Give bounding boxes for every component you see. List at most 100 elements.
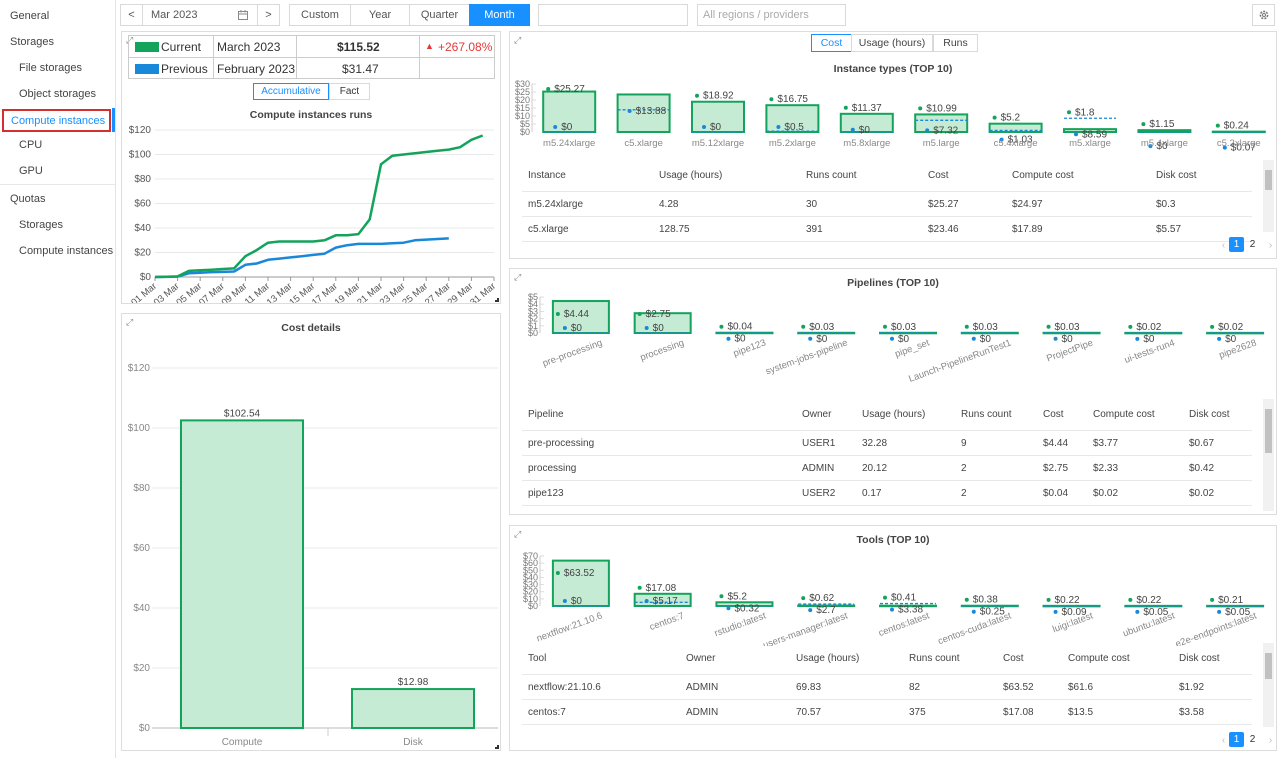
current-dot (555, 571, 560, 575)
previous-dot (808, 336, 813, 341)
column-header-usage-hours: Usage (hours) (659, 170, 723, 181)
prev-period-button[interactable]: < (120, 4, 143, 26)
pipelines-scrollbar[interactable] (1263, 399, 1274, 511)
previous-dot (644, 326, 649, 330)
tab-cost[interactable]: Cost (811, 34, 852, 52)
sidebar-item-compute-instances[interactable]: Compute instances (2, 109, 111, 132)
expand-icon[interactable]: ⤢ (514, 35, 521, 46)
instance-types-panel: ⤢ Cost Usage (hours) Runs Instance types (… (509, 31, 1277, 259)
sidebar-item-cpu[interactable]: CPU (19, 135, 42, 155)
pipelines-chart: $0$1$2$3$4$5$4.44$0pre-processing$2.75$0… (528, 292, 1265, 385)
runs-chart-title: Compute instances runs (249, 109, 373, 121)
sidebar-item-storages[interactable]: Storages (10, 32, 54, 52)
previous-value-label: $0 (1143, 334, 1155, 345)
table-row[interactable]: nextflow:21.10.6 ADMIN 69.83 82 $63.52 $61.6 $… (522, 675, 1252, 700)
table-cell: pre-processing (528, 438, 595, 449)
next-period-button[interactable]: > (257, 4, 280, 26)
period-month-button[interactable]: Month (469, 4, 530, 26)
y-tick-label: $120 (128, 363, 151, 374)
column-header-cost: Cost (1003, 653, 1024, 664)
column-header-runs-count: Runs count (961, 409, 1012, 420)
period-custom-button[interactable]: Custom (289, 4, 351, 26)
bar[interactable] (351, 688, 475, 729)
x-tick-label: system-jobs-pipeline (764, 337, 849, 377)
table-cell: $5.57 (1156, 224, 1182, 235)
page-1-button[interactable]: 1 (1229, 237, 1244, 252)
sidebar-item-object-storages[interactable]: Object storages (19, 84, 96, 104)
page-2-button[interactable]: 2 (1245, 732, 1260, 747)
x-tick-label: c5.xlarge (624, 138, 663, 149)
x-tick-label: m5.8xlarge (843, 138, 890, 149)
tab-usage-hours[interactable]: Usage (hours) (851, 34, 933, 52)
pipelines-panel: ⤢ Pipelines (TOP 10) $0 $1 $2 $3 $4 $5 $4.44 $0… (509, 268, 1277, 515)
table-cell: $0.42 (1189, 463, 1215, 474)
mode-accumulative[interactable]: Accumulative (253, 83, 329, 100)
next-page-icon[interactable]: › (1263, 733, 1278, 748)
next-page-icon[interactable]: › (1263, 238, 1278, 253)
table-cell: $63.52 (1003, 682, 1034, 693)
previous-value-label: $0 (1225, 334, 1237, 345)
settings-button[interactable] (1252, 4, 1275, 26)
period-year-button[interactable]: Year (350, 4, 410, 26)
y-tick-label: $40 (133, 603, 150, 614)
current-dot (1210, 324, 1215, 329)
tools-scrollbar[interactable] (1263, 643, 1274, 727)
current-value-label: $1.8 (1075, 107, 1095, 118)
tab-runs[interactable]: Runs (933, 34, 978, 52)
y-tick-label: $100 (129, 150, 152, 161)
previous-value-label: $0 (571, 323, 583, 334)
x-tick-label: pipe2628 (1218, 337, 1259, 361)
filter-input[interactable] (538, 4, 688, 26)
table-cell: 128.75 (659, 224, 690, 235)
x-tick-label: Disk (403, 737, 423, 748)
tools-table: Tool Owner Usage (hours) Runs count Cost Comp… (522, 645, 1252, 725)
x-tick-label: pre-processing (541, 337, 604, 369)
current-value-label: $5.2 (727, 591, 747, 602)
table-header: Tool Owner Usage (hours) Runs count Cost Comp… (522, 645, 1252, 675)
period-quarter-button[interactable]: Quarter (409, 4, 470, 26)
mode-fact[interactable]: Fact (329, 83, 370, 100)
regions-select[interactable]: All regions / providers (697, 4, 846, 26)
current-value-label: $2.75 (646, 309, 671, 320)
current-value-label: $1.15 (1149, 119, 1174, 130)
page-1-button[interactable]: 1 (1229, 732, 1244, 747)
instance-types-chart: $0$5$10$15$20$25$30 $25.27$0m5.24xlarge$1… (515, 79, 1266, 154)
previous-dot (627, 109, 632, 113)
table-row[interactable]: pipe123 USER2 0.17 2 $0.04 $0.02 $0.02 (522, 481, 1252, 506)
summary-table: Current March 2023 $115.52 ▲ +267.08% Pr… (128, 35, 495, 79)
previous-dot (553, 125, 558, 129)
scrollbar-thumb[interactable] (1265, 409, 1272, 453)
page-2-button[interactable]: 2 (1245, 237, 1260, 252)
current-value-label: $0.03 (809, 322, 834, 333)
sidebar-item-gpu[interactable]: GPU (19, 161, 43, 181)
previous-dot (644, 599, 649, 603)
table-row[interactable]: processing ADMIN 20.12 2 $2.75 $2.33 $0.42 (522, 456, 1252, 481)
current-dot (546, 87, 551, 91)
sidebar-item-compute-instances[interactable]: Compute instances (19, 241, 113, 261)
scrollbar-thumb[interactable] (1265, 170, 1272, 190)
table-row[interactable]: centos:7 ADMIN 70.57 375 $17.08 $13.5 $3.58 (522, 700, 1252, 725)
scrollbar-thumb[interactable] (1265, 653, 1272, 679)
table-cell: $25.27 (928, 199, 959, 210)
instances-scrollbar[interactable] (1263, 160, 1274, 232)
table-row[interactable]: pre-processing USER1 32.28 9 $4.44 $3.77 $0.67 (522, 431, 1252, 456)
bar[interactable] (180, 419, 304, 729)
bar-value-label: $102.54 (224, 408, 261, 419)
previous-value-label: $0 (1062, 334, 1074, 345)
previous-value-label: $0 (561, 122, 573, 133)
month-picker[interactable]: Mar 2023 (142, 4, 258, 26)
previous-dot (1074, 132, 1078, 137)
current-dot (964, 597, 969, 602)
table-row[interactable]: c5.xlarge 128.75 391 $23.46 $17.89 $5.57 (522, 217, 1252, 242)
sidebar-item-file-storages[interactable]: File storages (19, 58, 82, 78)
sidebar-item-storages[interactable]: Storages (19, 215, 63, 235)
x-tick-label: m5.large (923, 138, 960, 149)
sidebar-item-general[interactable]: General (10, 6, 49, 26)
current-value-label: $18.92 (703, 91, 734, 102)
x-tick-label: m5.2xlarge (769, 138, 816, 149)
y-tick-label: $30 (515, 79, 530, 89)
current-value-label: $10.99 (926, 103, 957, 114)
sidebar-item-quotas[interactable]: Quotas (10, 189, 45, 209)
table-row[interactable]: m5.24xlarge 4.28 30 $25.27 $24.97 $0.3 (522, 192, 1252, 217)
y-tick-label: $0 (140, 272, 152, 283)
